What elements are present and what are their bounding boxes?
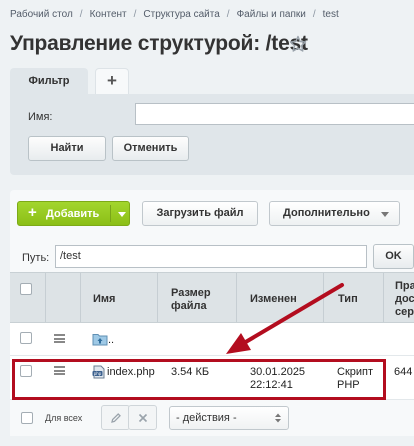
path-input[interactable]: /test (55, 245, 367, 268)
column-divider (80, 273, 81, 322)
row-type-line1: Скрипт (337, 366, 374, 378)
filter-panel: Имя: Найти Отменить (10, 94, 414, 175)
add-filter-tab[interactable]: + (95, 68, 129, 94)
row-checkbox[interactable] (20, 332, 32, 344)
breadcrumb-item-files-folders[interactable]: Файлы и папки (237, 9, 306, 20)
column-header-rights-line2: дос (395, 293, 414, 305)
select-arrows-icon (275, 413, 281, 423)
column-header-size[interactable]: Размер файла (171, 287, 211, 313)
row-checkbox[interactable] (20, 365, 32, 377)
upload-file-button[interactable]: Загрузить файл (142, 201, 258, 226)
row-name[interactable]: index.php (107, 366, 155, 379)
ok-button[interactable]: OK (373, 244, 414, 269)
add-button-divider (110, 205, 111, 222)
more-button-label: Дополнительно (283, 207, 370, 219)
column-header-size-line2: файла (171, 300, 207, 312)
for-all-checkbox[interactable] (21, 412, 33, 424)
more-button[interactable]: Дополнительно (269, 201, 400, 226)
chevron-down-icon (381, 212, 389, 217)
row-modified: 30.01.2025 22:12:41 (250, 366, 305, 392)
row-name-up[interactable]: .. (108, 334, 114, 347)
filter-name-input[interactable] (135, 103, 414, 125)
row-rights: 644 (394, 366, 413, 378)
add-button-label: Добавить (46, 208, 100, 220)
breadcrumb-separator: / (226, 9, 230, 20)
actions-select[interactable]: - действия - (169, 406, 289, 430)
column-divider (323, 273, 324, 322)
filter-name-label: Имя: (28, 111, 53, 123)
table-row-up[interactable]: .. (10, 323, 414, 356)
php-file-icon: php (92, 365, 105, 379)
column-header-modified[interactable]: Изменен (250, 293, 297, 306)
column-header-name[interactable]: Имя (93, 293, 115, 306)
find-button[interactable]: Найти (28, 136, 106, 161)
breadcrumb-item-content[interactable]: Контент (90, 9, 127, 20)
column-divider (383, 273, 384, 322)
folder-up-icon (92, 334, 108, 346)
column-divider (236, 273, 237, 322)
column-divider (157, 273, 158, 322)
row-size: 3.54 КБ (171, 366, 210, 378)
tab-filter[interactable]: Фильтр (10, 68, 88, 94)
column-header-rights[interactable]: Пра дос сер (395, 280, 414, 319)
edit-button[interactable] (101, 405, 130, 430)
menu-icon[interactable] (54, 334, 65, 343)
column-header-rights-line3: сер (395, 306, 414, 318)
breadcrumb-item-site-structure[interactable]: Структура сайта (143, 9, 219, 20)
row-type: Скрипт PHP (337, 366, 373, 392)
breadcrumb-separator: / (79, 9, 83, 20)
path-label: Путь: (22, 252, 50, 264)
star-icon[interactable] (289, 35, 307, 53)
breadcrumb-item-test[interactable]: test (323, 9, 339, 20)
breadcrumb-separator: / (312, 9, 316, 20)
column-header-type[interactable]: Тип (338, 293, 358, 306)
grid-header: Имя Размер файла Изменен Тип Пра дос сер (10, 272, 414, 323)
column-header-size-line1: Размер (171, 287, 211, 299)
breadcrumb-separator: / (133, 9, 137, 20)
table-row[interactable]: php index.php 3.54 КБ 30.01.2025 22:12:4… (10, 356, 414, 400)
add-button[interactable]: + Добавить (17, 201, 130, 226)
actions-select-value: - действия - (176, 412, 237, 424)
row-modified-date: 30.01.2025 (250, 366, 306, 378)
breadcrumb: Рабочий стол / Контент / Структура сайта / Фай… (10, 9, 339, 20)
breadcrumb-item-desktop[interactable]: Рабочий стол (10, 9, 73, 20)
close-icon (138, 413, 148, 423)
menu-icon[interactable] (54, 366, 65, 375)
column-divider (45, 273, 46, 322)
row-type-line2: PHP (337, 379, 360, 391)
delete-button[interactable] (128, 405, 157, 430)
for-all-label: Для всех (45, 413, 83, 423)
cancel-button[interactable]: Отменить (112, 136, 189, 161)
plus-icon: + (28, 204, 37, 221)
select-all-checkbox[interactable] (20, 283, 32, 295)
pencil-icon (111, 413, 121, 423)
chevron-down-icon[interactable] (118, 212, 126, 217)
column-header-rights-line1: Пра (395, 280, 414, 292)
page-title: Управление структурой: /test (10, 32, 308, 55)
row-modified-time: 22:12:41 (250, 379, 293, 391)
plus-icon: + (107, 71, 117, 90)
svg-text:php: php (94, 371, 102, 376)
